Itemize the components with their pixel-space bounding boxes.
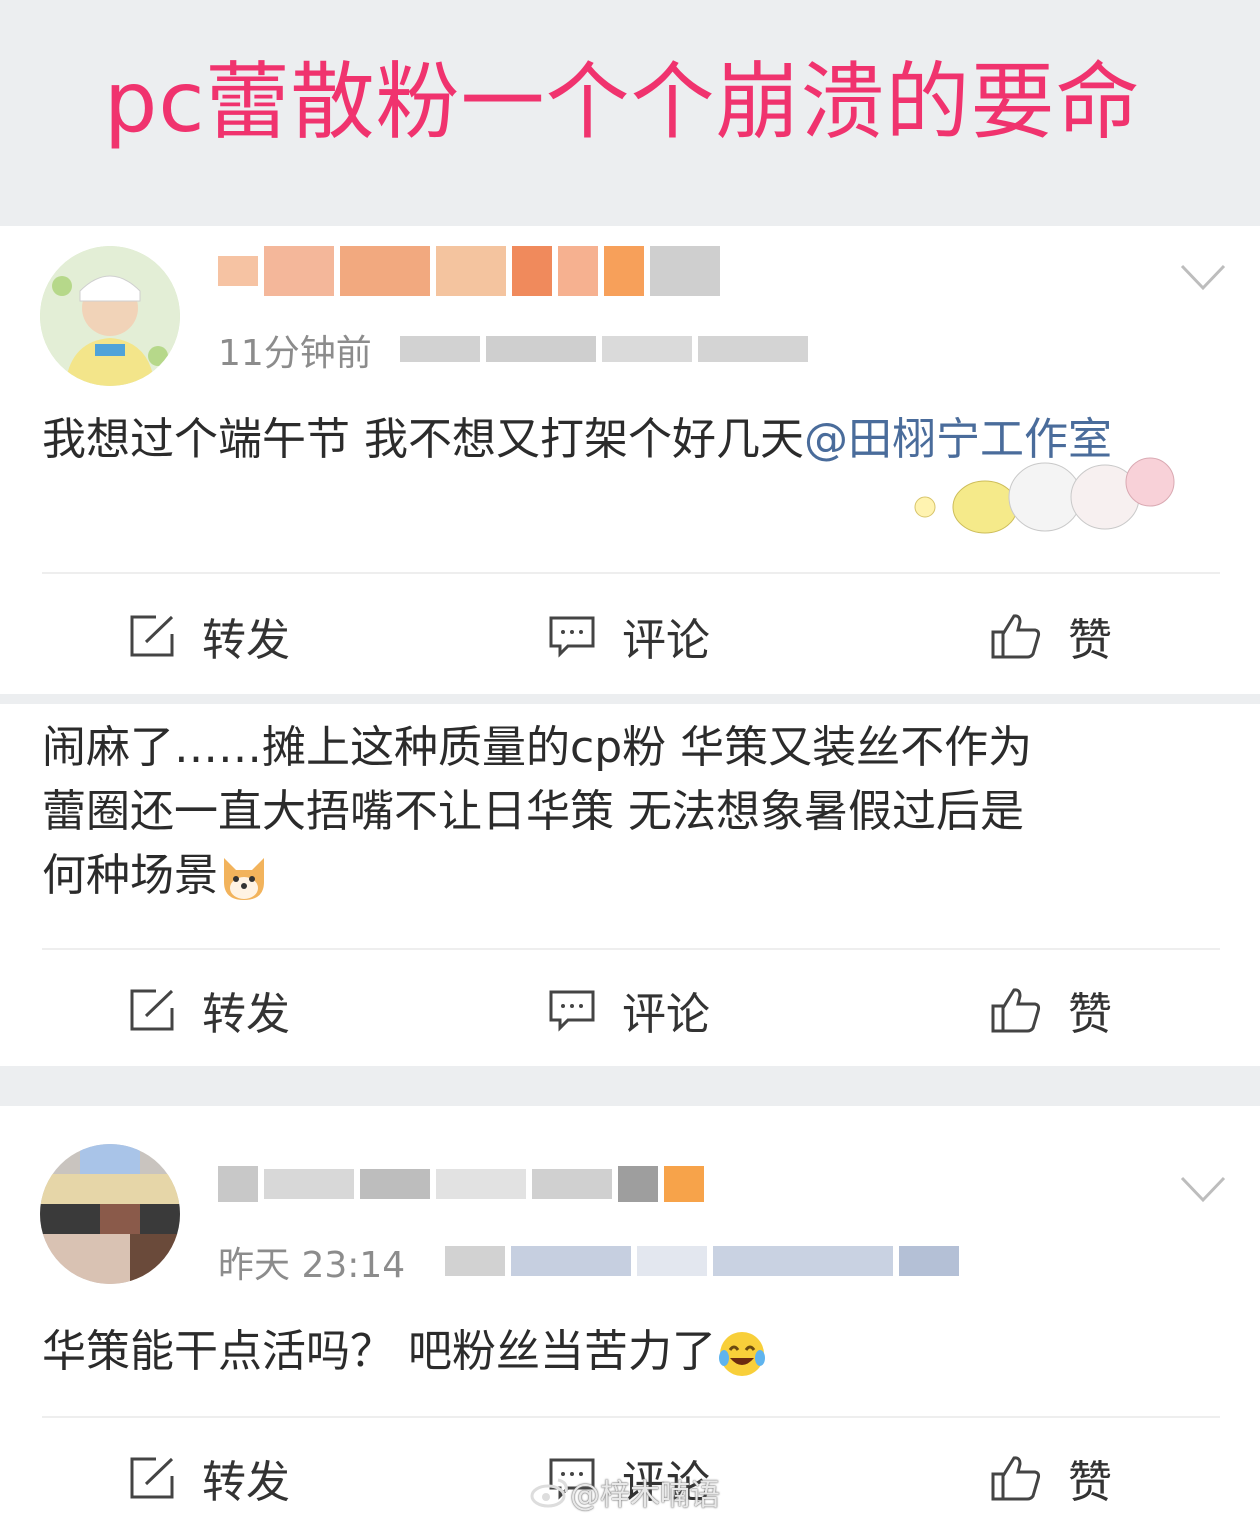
dog-face-emoji-icon xyxy=(224,858,264,900)
watermark: @梓木喃语 xyxy=(530,1470,720,1514)
chevron-down-icon[interactable] xyxy=(1180,1174,1226,1204)
comment-icon xyxy=(549,616,595,658)
like-button[interactable]: 赞 xyxy=(990,1438,1112,1518)
username-redacted[interactable] xyxy=(218,246,726,296)
divider xyxy=(42,572,1220,574)
divider xyxy=(42,1416,1220,1418)
post-card-3: 昨天 23:14 华策能干点活吗？ 吧粉丝当苦力了 转发 评论 赞 xyxy=(0,1106,1260,1522)
repost-icon xyxy=(130,615,174,657)
repost-button[interactable]: 转发 xyxy=(128,1438,290,1518)
source-redacted xyxy=(400,336,814,362)
thumbs-up-icon xyxy=(991,988,1041,1033)
like-button[interactable]: 赞 xyxy=(990,970,1112,1050)
repost-icon xyxy=(130,989,174,1031)
weibo-logo-icon xyxy=(530,1478,568,1508)
avatar[interactable] xyxy=(40,246,180,386)
banner-title: pc蕾散粉一个个崩溃的要命 xyxy=(104,53,1141,151)
comment-button[interactable]: 评论 xyxy=(548,596,710,676)
repost-button[interactable]: 转发 xyxy=(128,970,290,1050)
thumbs-up-icon xyxy=(991,614,1041,659)
title-banner: pc蕾散粉一个个崩溃的要命 xyxy=(0,0,1260,226)
avatar[interactable] xyxy=(40,1144,180,1284)
repost-icon xyxy=(130,1457,174,1499)
source-redacted xyxy=(445,1246,965,1276)
repost-button[interactable]: 转发 xyxy=(128,596,290,676)
post-time: 11分钟前 xyxy=(218,333,372,374)
post-card-2: 闹麻了……摊上这种质量的cp粉 华策又装丝不作为 蕾圈还一直大捂嘴不让日华策 无… xyxy=(0,704,1260,1066)
post-text: 闹麻了……摊上这种质量的cp粉 华策又装丝不作为 蕾圈还一直大捂嘴不让日华策 无… xyxy=(42,716,1222,908)
mention-link[interactable]: @田栩宁工作室 xyxy=(804,414,1112,465)
post-time: 昨天 23:14 xyxy=(218,1245,406,1286)
thumbs-up-icon xyxy=(991,1456,1041,1501)
section-gap xyxy=(0,694,1260,704)
post-text: 华策能干点活吗？ 吧粉丝当苦力了 xyxy=(42,1320,1222,1384)
post-text: 我想过个端午节 我不想又打架个好几天@田栩宁工作室 xyxy=(42,414,1112,465)
section-gap xyxy=(0,1066,1260,1106)
action-bar: 转发 评论 赞 xyxy=(0,596,1260,676)
username-redacted[interactable] xyxy=(218,1166,710,1202)
chevron-down-icon[interactable] xyxy=(1180,262,1226,292)
post-card-1: 11分钟前 我想过个端午节 我不想又打架个好几天@田栩宁工作室 转发 评论 赞 xyxy=(0,226,1260,694)
comment-button[interactable]: 评论 xyxy=(548,970,710,1050)
divider xyxy=(42,948,1220,950)
tears-of-joy-emoji-icon xyxy=(719,1332,765,1376)
like-button[interactable]: 赞 xyxy=(990,596,1112,676)
action-bar: 转发 评论 赞 xyxy=(0,970,1260,1050)
comment-icon xyxy=(549,990,595,1032)
